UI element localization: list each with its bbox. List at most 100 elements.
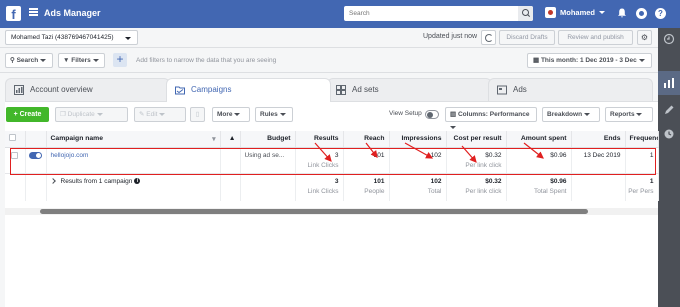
search-icon: ⚲ bbox=[10, 57, 15, 64]
chevron-down-icon bbox=[96, 112, 103, 116]
chevron-down-icon bbox=[40, 58, 47, 62]
chevron-down-icon bbox=[450, 125, 456, 129]
view-setup-label: View Setup bbox=[389, 110, 422, 117]
column-cost-per-result[interactable]: Cost per result bbox=[446, 131, 507, 148]
column-amount-spent[interactable]: Amount spent bbox=[506, 131, 572, 148]
column-frequency[interactable]: Frequency bbox=[625, 131, 659, 148]
cost-per-result-cell: $0.32 Per link click bbox=[446, 147, 507, 174]
column-results[interactable]: Results bbox=[295, 131, 344, 148]
account-selector[interactable]: Mohamed Tazi (438769467041425) bbox=[5, 30, 138, 45]
frequency-cell: 1 bbox=[625, 147, 659, 174]
warning-icon: ▲ bbox=[228, 135, 236, 143]
column-budget[interactable]: Budget bbox=[240, 131, 296, 148]
summary-impressions: 102 Total bbox=[389, 173, 447, 201]
filters-button[interactable]: ▼ Filters bbox=[58, 53, 105, 68]
folder-icon bbox=[175, 86, 185, 95]
create-button[interactable]: + Create bbox=[6, 107, 49, 122]
amount-spent-cell: $0.96 bbox=[506, 147, 572, 174]
settings-gear-icon[interactable]: ⚙ bbox=[637, 30, 652, 45]
column-reach[interactable]: Reach bbox=[343, 131, 390, 148]
add-filter-button[interactable]: + bbox=[113, 53, 127, 67]
column-impressions[interactable]: Impressions bbox=[389, 131, 447, 148]
help-icon[interactable]: ? bbox=[655, 8, 666, 19]
user-name: Mohamed bbox=[560, 8, 596, 17]
search-filter-button[interactable]: ⚲ Search bbox=[5, 53, 53, 68]
horizontal-scrollbar[interactable] bbox=[40, 209, 588, 214]
rules-button[interactable]: Rules bbox=[255, 107, 293, 122]
chevron-down-icon bbox=[234, 112, 241, 116]
clock-back-icon[interactable] bbox=[663, 33, 675, 45]
trash-icon[interactable]: ▯ bbox=[190, 107, 205, 122]
saved-status: Updated just now bbox=[423, 33, 478, 40]
review-publish-button[interactable]: Review and publish bbox=[558, 30, 633, 45]
campaigns-table: Campaign name ▾ ▲ Budget Results Reach Im… bbox=[5, 131, 659, 201]
grid-icon bbox=[336, 85, 346, 95]
edit-button[interactable]: ✎ Edit bbox=[134, 107, 186, 122]
summary-spent: $0.96 Total Spent bbox=[506, 173, 572, 201]
ends-cell: 13 Dec 2019 bbox=[571, 147, 626, 174]
table-header-row: Campaign name ▾ ▲ Budget Results Reach Im… bbox=[5, 131, 659, 148]
right-rail bbox=[658, 28, 680, 307]
avatar bbox=[545, 7, 556, 18]
column-delivery-warning[interactable]: ▲ bbox=[220, 131, 241, 148]
discard-drafts-button[interactable]: Discard Drafts bbox=[499, 30, 555, 45]
tab-ads[interactable]: Ads bbox=[488, 78, 653, 101]
gear-icon[interactable] bbox=[636, 8, 647, 19]
info-icon[interactable]: i bbox=[134, 177, 141, 184]
filter-icon: ▼ bbox=[63, 57, 70, 64]
chart-icon[interactable] bbox=[663, 77, 675, 89]
search-box[interactable] bbox=[344, 6, 533, 21]
view-setup-toggle[interactable] bbox=[425, 110, 439, 119]
account-label: Mohamed Tazi (438769467041425) bbox=[11, 34, 114, 41]
tab-account-overview[interactable]: Account overview bbox=[5, 78, 170, 101]
summary-results: 3 Link Clicks bbox=[295, 173, 344, 201]
user-menu[interactable]: Mohamed bbox=[545, 7, 606, 18]
campaign-name-link[interactable]: hellojojo.com bbox=[46, 147, 221, 174]
chevron-down-icon bbox=[583, 112, 590, 116]
copy-icon: ❐ bbox=[60, 111, 66, 118]
bell-icon[interactable] bbox=[617, 8, 627, 18]
chevron-down-icon bbox=[279, 112, 286, 116]
breakdown-button[interactable]: Breakdown bbox=[542, 107, 600, 122]
calendar-icon: ▦ bbox=[533, 57, 541, 64]
facebook-logo-icon[interactable]: f bbox=[6, 6, 21, 22]
app-title: Ads Manager bbox=[44, 8, 101, 18]
level-tabs: Account overview Campaigns Ad sets Ads bbox=[0, 78, 658, 102]
select-all-checkbox[interactable] bbox=[5, 131, 26, 148]
summary-reach: 101 People bbox=[343, 173, 390, 201]
columns-button[interactable]: ▥ Columns: Performance bbox=[445, 107, 537, 129]
row-checkbox[interactable] bbox=[5, 147, 26, 174]
chevron-down-icon bbox=[125, 37, 131, 40]
tab-ad-sets[interactable]: Ad sets bbox=[327, 78, 492, 101]
chevron-down-icon bbox=[159, 112, 166, 116]
chevron-down-icon bbox=[639, 59, 645, 62]
search-icon[interactable] bbox=[518, 6, 533, 21]
history-icon[interactable] bbox=[663, 128, 675, 140]
filter-placeholder[interactable]: Add filters to narrow the data that you … bbox=[136, 57, 276, 64]
summary-cost: $0.32 Per link click bbox=[446, 173, 507, 201]
more-button[interactable]: More bbox=[212, 107, 250, 122]
summary-label[interactable]: Results from 1 campaign i bbox=[46, 173, 221, 201]
table-row[interactable]: hellojojo.com Using ad se... 3 Link Click… bbox=[5, 147, 659, 174]
menu-icon[interactable] bbox=[29, 8, 38, 16]
chevron-right-icon bbox=[49, 177, 56, 184]
tab-campaigns[interactable]: Campaigns bbox=[166, 78, 331, 102]
refresh-icon[interactable] bbox=[481, 30, 496, 45]
column-campaign-name[interactable]: Campaign name ▾ bbox=[46, 131, 221, 148]
pencil-icon[interactable] bbox=[663, 104, 675, 116]
chevron-down-icon bbox=[92, 58, 99, 62]
results-cell: 3 Link Clicks bbox=[295, 147, 344, 174]
duplicate-button[interactable]: ❐ Duplicate bbox=[55, 107, 128, 122]
column-ends[interactable]: Ends bbox=[571, 131, 626, 148]
overview-icon bbox=[14, 85, 24, 95]
impressions-cell: 102 bbox=[389, 147, 447, 174]
date-range-picker[interactable]: ▦ This month: 1 Dec 2019 - 3 Dec bbox=[527, 53, 652, 68]
columns-icon: ▥ bbox=[450, 111, 457, 118]
campaign-toggle[interactable] bbox=[25, 147, 47, 174]
chevron-down-icon bbox=[636, 112, 643, 116]
pencil-icon: ✎ bbox=[139, 111, 145, 118]
search-input[interactable] bbox=[344, 6, 514, 21]
chevron-down-icon bbox=[599, 11, 606, 14]
reports-button[interactable]: Reports bbox=[605, 107, 653, 122]
sort-icon: ▾ bbox=[212, 135, 216, 143]
